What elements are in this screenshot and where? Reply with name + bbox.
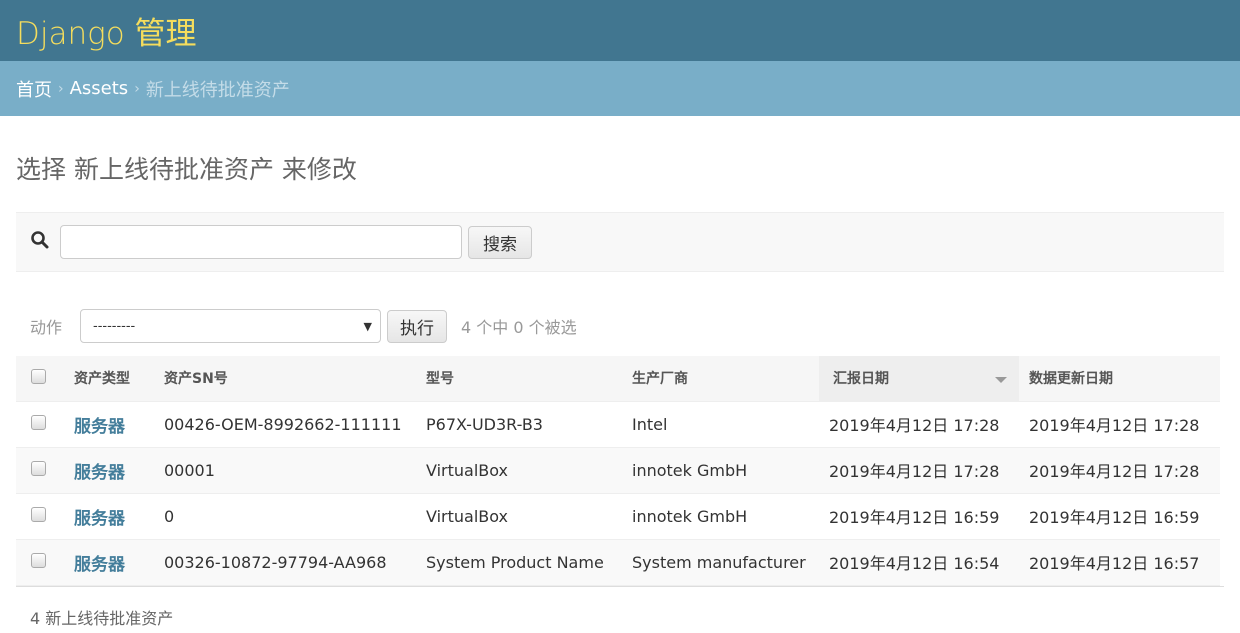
row-checkbox[interactable] (31, 552, 46, 568)
breadcrumb-separator: › (58, 80, 64, 97)
cell-sn: 00326-10872-97794-AA968 (154, 539, 416, 586)
cell-model: VirtualBox (416, 447, 622, 494)
action-select[interactable]: --------- ▼ (80, 309, 382, 343)
search-toolbar: 搜索 (16, 212, 1224, 272)
select-all-checkbox[interactable] (31, 368, 46, 384)
column-header-manufacturer[interactable]: 生产厂商 (622, 356, 819, 402)
cell-sn: 00001 (154, 447, 416, 494)
cell-model: System Product Name (416, 539, 622, 586)
column-header-sn[interactable]: 资产SN号 (154, 356, 416, 402)
row-select-cell (16, 401, 64, 448)
column-header-report-date[interactable]: 汇报日期 (819, 356, 1019, 402)
cell-report-date: 2019年4月12日 17:28 (819, 401, 1019, 448)
cell-manufacturer: innotek GmbH (622, 493, 819, 540)
table-row: 服务器 00426-OEM-8992662-111111 P67X-UD3R-B3 I… (16, 401, 1220, 448)
page-title: 选择 新上线待批准资产 来修改 (16, 155, 357, 184)
breadcrumb-current: 新上线待批准资产 (145, 79, 290, 101)
column-header-update-date[interactable]: 数据更新日期 (1019, 356, 1220, 402)
breadcrumb-home[interactable]: 首页 (16, 76, 52, 102)
action-select-value: --------- (93, 318, 136, 334)
table-row: 服务器 00326-10872-97794-AA968 System Product… (16, 539, 1220, 586)
row-link[interactable]: 服务器 (74, 509, 125, 529)
sort-descending-icon[interactable] (995, 377, 1007, 383)
cell-update-date: 2019年4月12日 16:59 (1019, 493, 1220, 540)
row-link[interactable]: 服务器 (74, 463, 125, 483)
cell-update-date: 2019年4月12日 16:57 (1019, 539, 1220, 586)
select-all-header (16, 356, 64, 402)
row-checkbox[interactable] (31, 460, 46, 476)
result-count: 4 新上线待批准资产 (16, 585, 1224, 629)
row-select-cell (16, 447, 64, 494)
cell-report-date: 2019年4月12日 17:28 (819, 447, 1019, 494)
table-row: 服务器 0 VirtualBox innotek GmbH 2019年4月12日 16:… (16, 493, 1220, 540)
search-icon (30, 230, 50, 254)
row-checkbox[interactable] (31, 506, 46, 522)
cell-sn: 00426-OEM-8992662-111111 (154, 401, 416, 448)
table-row: 服务器 00001 VirtualBox innotek GmbH 2019年4月12日… (16, 447, 1220, 494)
selection-counter: 4 个中 0 个被选 (461, 318, 577, 337)
row-checkbox[interactable] (31, 414, 46, 430)
cell-asset-type: 服务器 (64, 401, 154, 448)
breadcrumb-app[interactable]: Assets (70, 78, 129, 99)
action-label: 动作 (30, 318, 63, 337)
cell-report-date: 2019年4月12日 16:59 (819, 493, 1019, 540)
site-brand[interactable]: Django 管理 (16, 8, 197, 53)
cell-asset-type: 服务器 (64, 539, 154, 586)
cell-manufacturer: Intel (622, 401, 819, 448)
column-header-label: 汇报日期 (833, 371, 889, 388)
search-button[interactable]: 搜索 (468, 225, 532, 259)
column-header-model[interactable]: 型号 (416, 356, 622, 402)
row-select-cell (16, 493, 64, 540)
cell-model: VirtualBox (416, 493, 622, 540)
breadcrumb: 首页 › Assets › 新上线待批准资产 (0, 61, 1240, 116)
cell-asset-type: 服务器 (64, 447, 154, 494)
run-action-button[interactable]: 执行 (387, 309, 448, 343)
search-input[interactable] (60, 225, 462, 259)
cell-model: P67X-UD3R-B3 (416, 401, 622, 448)
breadcrumb-separator: › (134, 80, 140, 97)
cell-update-date: 2019年4月12日 17:28 (1019, 401, 1220, 448)
caret-down-icon: ▼ (363, 319, 373, 333)
cell-report-date: 2019年4月12日 16:54 (819, 539, 1019, 586)
row-select-cell (16, 539, 64, 586)
cell-sn: 0 (154, 493, 416, 540)
column-header-asset-type[interactable]: 资产类型 (64, 356, 154, 402)
cell-manufacturer: innotek GmbH (622, 447, 819, 494)
results-table: 资产类型 资产SN号 型号 生产厂商 汇报日期 数据更新日期 服务器 00426-… (16, 356, 1220, 586)
actions-bar: 动作 --------- ▼ 执行 4 个中 0 个被选 (16, 308, 1224, 344)
cell-manufacturer: System manufacturer (622, 539, 819, 586)
cell-update-date: 2019年4月12日 17:28 (1019, 447, 1220, 494)
row-link[interactable]: 服务器 (74, 417, 125, 437)
cell-asset-type: 服务器 (64, 493, 154, 540)
row-link[interactable]: 服务器 (74, 555, 125, 575)
header: Django 管理 (0, 0, 1240, 61)
